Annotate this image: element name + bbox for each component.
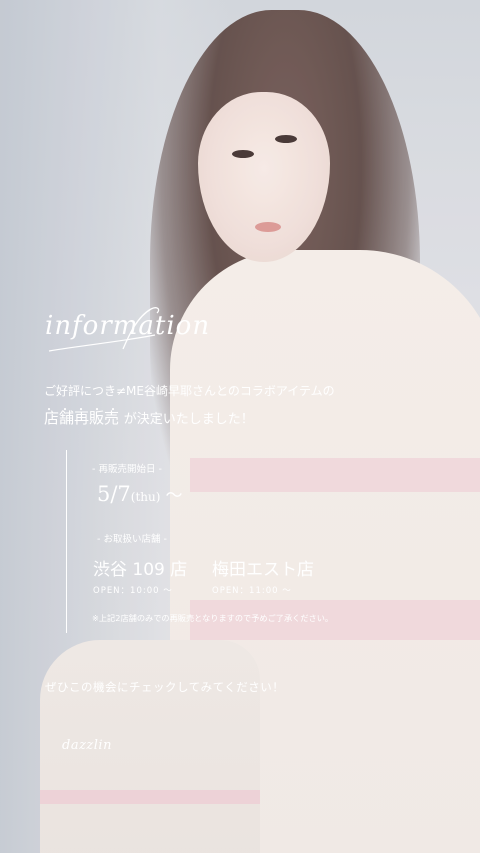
resale-date-label: - 再販売開始日 - <box>92 464 162 475</box>
emphasis-dots: ・・・・・ <box>44 405 124 416</box>
divider-line <box>66 450 67 633</box>
resale-date: 5/7(thu) 〜 <box>97 481 183 506</box>
intro-emphasis: ・・・・・ 店舗再販売 <box>44 405 124 427</box>
store-hours-shibuya: OPEN：10:00 〜 <box>93 586 173 596</box>
store-name-umeda: 梅田エスト店 <box>212 560 314 580</box>
promo-page: information ご好評につき≠ME谷崎早耶さんとのコラボアイテムの ・・… <box>0 0 480 853</box>
intro-line-2: ・・・・・ 店舗再販売 が決定いたしました！ <box>44 405 254 428</box>
intro-line-1: ご好評につき≠ME谷崎早耶さんとのコラボアイテムの <box>44 384 335 398</box>
date-value: 5/7 <box>97 482 131 506</box>
intro-line-2-rest: が決定いたしました！ <box>123 412 254 427</box>
title-text: information <box>45 311 211 341</box>
brand-logo: dazzlin <box>62 738 112 753</box>
date-weekday: (thu) <box>130 490 161 504</box>
call-to-action: ぜひこの機会にチェックしてみてください！ <box>45 680 285 694</box>
stores-label: - お取扱い店舗 - <box>97 534 167 545</box>
date-tilde: 〜 <box>165 486 183 506</box>
store-hours-umeda: OPEN：11:00 〜 <box>212 586 292 596</box>
store-name-shibuya: 渋谷 109 店 <box>93 560 188 580</box>
information-title: information <box>45 305 245 360</box>
stores-note: ※上記2店舗のみでの再販売となりますので予めご了承ください。 <box>92 613 334 623</box>
